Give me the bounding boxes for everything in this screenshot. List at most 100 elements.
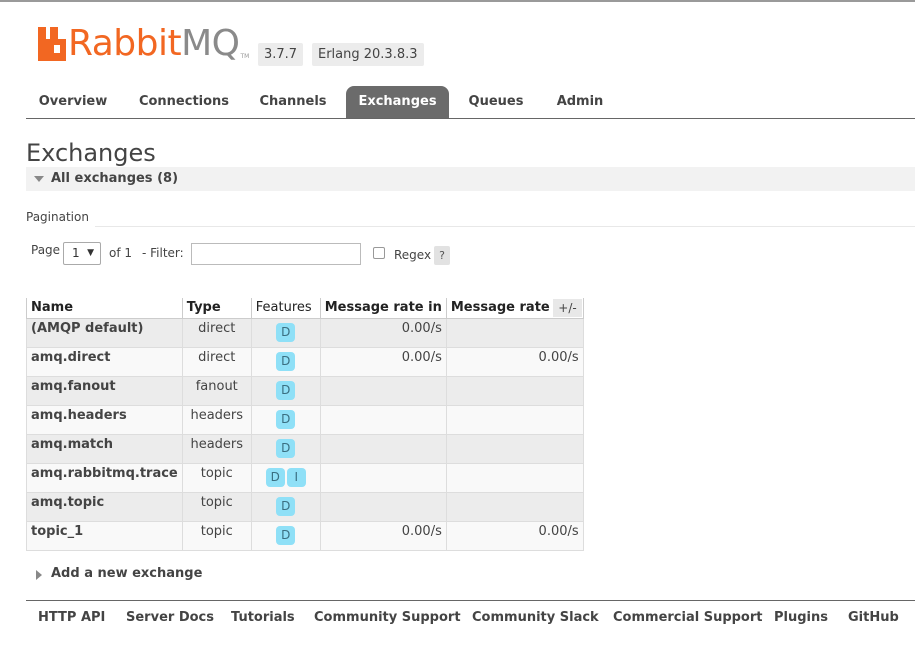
- rabbitmq-logo[interactable]: RabbitMQ TM: [38, 24, 249, 64]
- all-exchanges-toggle[interactable]: All exchanges (8): [26, 167, 915, 191]
- exchange-type: topic: [181, 462, 252, 493]
- tab-channels[interactable]: Channels: [252, 86, 334, 118]
- exchange-features: D: [250, 375, 321, 406]
- footer-link-http-api[interactable]: HTTP API: [38, 610, 105, 625]
- exchange-name-link[interactable]: amq.direct: [26, 346, 183, 377]
- tab-overview[interactable]: Overview: [30, 86, 116, 118]
- durable-badge: D: [276, 438, 296, 458]
- exchange-type: topic: [181, 491, 252, 522]
- expand-triangle-icon: [36, 570, 42, 580]
- select-caret-icon: ▼: [87, 248, 94, 258]
- regex-checkbox[interactable]: [373, 247, 385, 259]
- table-row: amq.topic topic D: [26, 491, 584, 522]
- logo-mq-text: MQ: [181, 23, 240, 64]
- footer-link-server-docs[interactable]: Server Docs: [126, 610, 214, 625]
- exchange-name-link[interactable]: (AMQP default): [26, 317, 183, 348]
- exchange-name-link[interactable]: amq.fanout: [26, 375, 183, 406]
- main-nav-tabs: Overview Connections Channels Exchanges …: [26, 86, 915, 119]
- page-title: Exchanges: [26, 139, 156, 167]
- durable-badge: D: [276, 525, 296, 545]
- rate-out: [445, 462, 584, 493]
- exchange-name-link[interactable]: amq.topic: [26, 491, 183, 522]
- collapse-triangle-icon: [34, 176, 44, 182]
- durable-badge: D: [276, 351, 296, 371]
- table-row: amq.match headers D: [26, 433, 584, 464]
- table-row: topic_1 topic D 0.00/s 0.00/s: [26, 520, 584, 551]
- table-row: (AMQP default) direct D 0.00/s: [26, 317, 584, 348]
- rate-out: [445, 317, 584, 348]
- exchanges-table: Name Type Features Message rate in Messa…: [26, 298, 584, 551]
- rate-in: [319, 462, 447, 493]
- durable-badge: D: [276, 380, 296, 400]
- rate-out: [445, 433, 584, 464]
- pagination-divider: [95, 226, 915, 227]
- logo-trademark: TM: [240, 53, 250, 60]
- durable-badge: D: [276, 496, 296, 516]
- tab-queues[interactable]: Queues: [462, 86, 530, 118]
- table-header-row: Name Type Features Message rate in Messa…: [26, 298, 584, 319]
- erlang-version-badge: Erlang 20.3.8.3: [312, 43, 424, 66]
- top-border: [0, 0, 915, 2]
- pagination-label: Pagination: [26, 210, 89, 224]
- column-header-name[interactable]: Name: [26, 298, 183, 319]
- tab-exchanges[interactable]: Exchanges: [346, 86, 449, 118]
- table-row: amq.fanout fanout D: [26, 375, 584, 406]
- footer-link-plugins[interactable]: Plugins: [774, 610, 828, 625]
- rate-in: 0.00/s: [319, 520, 447, 551]
- rate-in: [319, 491, 447, 522]
- footer-link-community-support[interactable]: Community Support: [314, 610, 461, 625]
- rate-in: [319, 433, 447, 464]
- add-exchange-label: Add a new exchange: [51, 566, 203, 581]
- exchange-features: D: [250, 520, 321, 551]
- exchange-features: D: [250, 433, 321, 464]
- internal-badge: I: [286, 467, 306, 487]
- filter-input[interactable]: [191, 243, 361, 265]
- exchange-type: headers: [181, 404, 252, 435]
- footer: HTTP API Server Docs Tutorials Community…: [26, 600, 915, 640]
- exchange-features: DI: [250, 462, 321, 493]
- page-select[interactable]: 1 ▼: [63, 242, 101, 265]
- durable-badge: D: [276, 322, 296, 342]
- page-select-value: 1: [72, 246, 80, 260]
- rabbitmq-logo-icon: [38, 27, 66, 61]
- version-badge: 3.7.7: [258, 43, 304, 66]
- rate-out: [445, 404, 584, 435]
- rate-in: 0.00/s: [319, 317, 447, 348]
- footer-link-tutorials[interactable]: Tutorials: [231, 610, 295, 625]
- exchange-type: fanout: [181, 375, 252, 406]
- regex-label: Regex: [394, 248, 432, 262]
- exchange-type: direct: [181, 317, 252, 348]
- rate-out: [445, 491, 584, 522]
- column-header-rate-in: Message rate in: [319, 298, 447, 319]
- regex-help-button[interactable]: ?: [434, 246, 450, 265]
- table-row: amq.headers headers D: [26, 404, 584, 435]
- section-title: All exchanges (8): [51, 171, 179, 186]
- column-header-features: Features: [250, 298, 321, 319]
- rate-in: [319, 375, 447, 406]
- durable-badge: D: [276, 409, 296, 429]
- page-count: of 1: [109, 246, 133, 260]
- tab-connections[interactable]: Connections: [134, 86, 234, 118]
- footer-link-commercial-support[interactable]: Commercial Support: [613, 610, 763, 625]
- rate-out: 0.00/s: [445, 520, 584, 551]
- exchange-features: D: [250, 491, 321, 522]
- exchange-type: headers: [181, 433, 252, 464]
- page-label: Page: [31, 243, 61, 257]
- rate-out: [445, 375, 584, 406]
- filter-label: - Filter:: [142, 246, 184, 260]
- tab-admin[interactable]: Admin: [546, 86, 614, 118]
- durable-badge: D: [265, 467, 285, 487]
- table-row: amq.direct direct D 0.00/s 0.00/s: [26, 346, 584, 377]
- exchange-name-link[interactable]: amq.headers: [26, 404, 183, 435]
- exchange-type: topic: [181, 520, 252, 551]
- table-row: amq.rabbitmq.trace topic DI: [26, 462, 584, 493]
- exchange-name-link[interactable]: amq.match: [26, 433, 183, 464]
- footer-link-github[interactable]: GitHub: [848, 610, 899, 625]
- rate-in: 0.00/s: [319, 346, 447, 377]
- exchange-name-link[interactable]: amq.rabbitmq.trace: [26, 462, 183, 493]
- exchange-name-link[interactable]: topic_1: [26, 520, 183, 551]
- footer-link-community-slack[interactable]: Community Slack: [472, 610, 599, 625]
- column-header-type[interactable]: Type: [181, 298, 252, 319]
- toggle-columns-button[interactable]: +/-: [553, 299, 582, 317]
- rate-in: [319, 404, 447, 435]
